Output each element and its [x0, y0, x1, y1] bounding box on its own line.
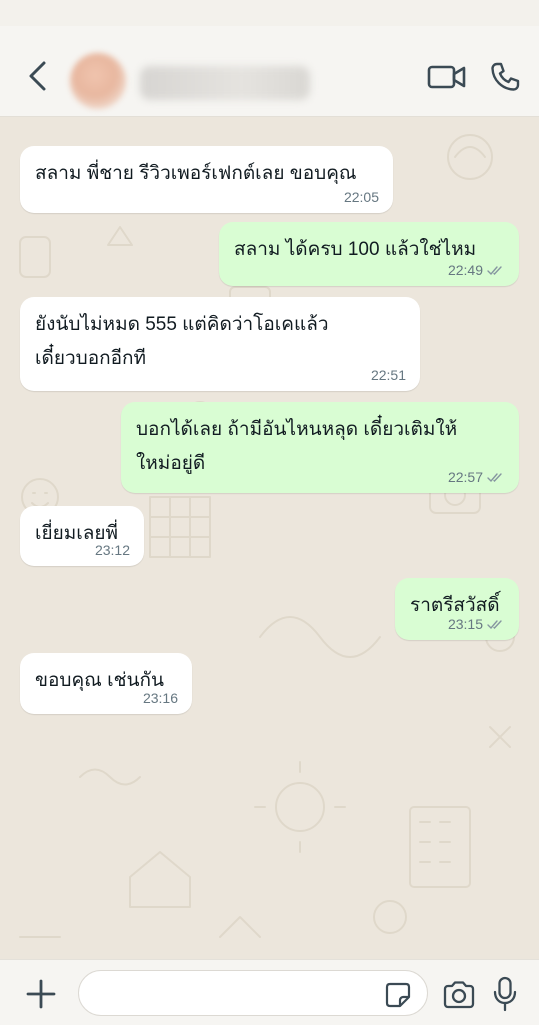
message-meta: 22:05 [344, 189, 379, 205]
message-timestamp: 23:15 [447, 616, 483, 632]
outgoing-message-bubble[interactable]: ราตรีสวัสดิ์ 23:15 [395, 578, 519, 640]
attach-button[interactable] [24, 977, 58, 1011]
message-timestamp: 22:57 [447, 469, 483, 485]
outgoing-message-bubble[interactable]: สลาม ได้ครบ 100 แล้วใช่ไหม 22:49 [219, 222, 519, 286]
message-text-line: สลาม พี่ชาย รีวิวเพอร์เฟกต์เลย ขอบคุณ [35, 163, 357, 184]
message-list[interactable]: สลาม พี่ชาย รีวิวเพอร์เฟกต์เลย ขอบคุณ 22:… [0, 117, 539, 959]
double-check-icon [487, 472, 502, 482]
message-text-line: ใหม่อยู่ดี [136, 453, 206, 474]
message-timestamp: 23:16 [142, 690, 178, 706]
chevron-left-icon [29, 61, 46, 91]
video-camera-icon [427, 65, 466, 89]
message-text: สลาม พี่ชาย รีวิวเพอร์เฟกต์เลย ขอบคุณ [35, 157, 357, 191]
phone-icon [491, 62, 520, 91]
message-timestamp: 22:49 [447, 262, 483, 278]
microphone-button[interactable] [492, 975, 518, 1013]
message-text-line: เดี๋ยวบอกอีกที [35, 348, 147, 369]
message-timestamp: 22:05 [343, 189, 379, 205]
double-check-icon [487, 265, 502, 275]
incoming-message-bubble[interactable]: เยี่ยมเลยพี่ 23:12 [20, 506, 144, 566]
composer-bar [0, 959, 539, 1025]
camera-icon [443, 981, 475, 1009]
message-timestamp: 22:51 [370, 367, 406, 383]
video-call-button[interactable] [426, 62, 468, 92]
chat-screen: สลาม พี่ชาย รีวิวเพอร์เฟกต์เลย ขอบคุณ 22:… [0, 0, 539, 1025]
contact-avatar[interactable] [70, 53, 126, 109]
voice-call-button[interactable] [488, 60, 522, 94]
message-text: สลาม ได้ครบ 100 แล้วใช่ไหม [234, 233, 476, 267]
message-text: ยังนับไม่หมด 555 แต่คิดว่าโอเคแล้วเดี๋ยว… [35, 308, 329, 376]
message-meta: 22:51 [371, 367, 406, 383]
message-input[interactable] [78, 970, 428, 1016]
sticker-icon [385, 982, 411, 1008]
message-meta: 23:15 [448, 616, 505, 632]
message-text-line: ยังนับไม่หมด 555 แต่คิดว่าโอเคแล้ว [35, 314, 329, 335]
back-button[interactable] [22, 58, 54, 94]
microphone-icon [493, 976, 517, 1012]
camera-button[interactable] [441, 980, 477, 1010]
plus-icon [26, 979, 56, 1009]
status-bar [0, 0, 539, 26]
incoming-message-bubble[interactable]: สลาม พี่ชาย รีวิวเพอร์เฟกต์เลย ขอบคุณ 22:… [20, 146, 393, 213]
double-check-icon [487, 619, 502, 629]
chat-header [0, 26, 539, 117]
message-meta: 22:49 [448, 262, 505, 278]
incoming-message-bubble[interactable]: ยังนับไม่หมด 555 แต่คิดว่าโอเคแล้วเดี๋ยว… [20, 297, 420, 391]
contact-name-blurred[interactable] [140, 66, 310, 100]
sticker-button[interactable] [384, 981, 412, 1009]
message-text-line: บอกได้เลย ถ้ามีอันไหนหลุด เดี๋ยวเติมให้ [136, 419, 458, 440]
message-timestamp: 23:12 [94, 542, 130, 558]
message-meta: 23:12 [95, 542, 130, 558]
message-text-line: สลาม ได้ครบ 100 แล้วใช่ไหม [234, 239, 477, 260]
message-meta: 23:16 [143, 690, 178, 706]
message-text: บอกได้เลย ถ้ามีอันไหนหลุด เดี๋ยวเติมให้ใ… [136, 413, 457, 481]
incoming-message-bubble[interactable]: ขอบคุณ เช่นกัน 23:16 [20, 653, 192, 714]
outgoing-message-bubble[interactable]: บอกได้เลย ถ้ามีอันไหนหลุด เดี๋ยวเติมให้ใ… [121, 402, 519, 493]
message-meta: 22:57 [448, 469, 505, 485]
